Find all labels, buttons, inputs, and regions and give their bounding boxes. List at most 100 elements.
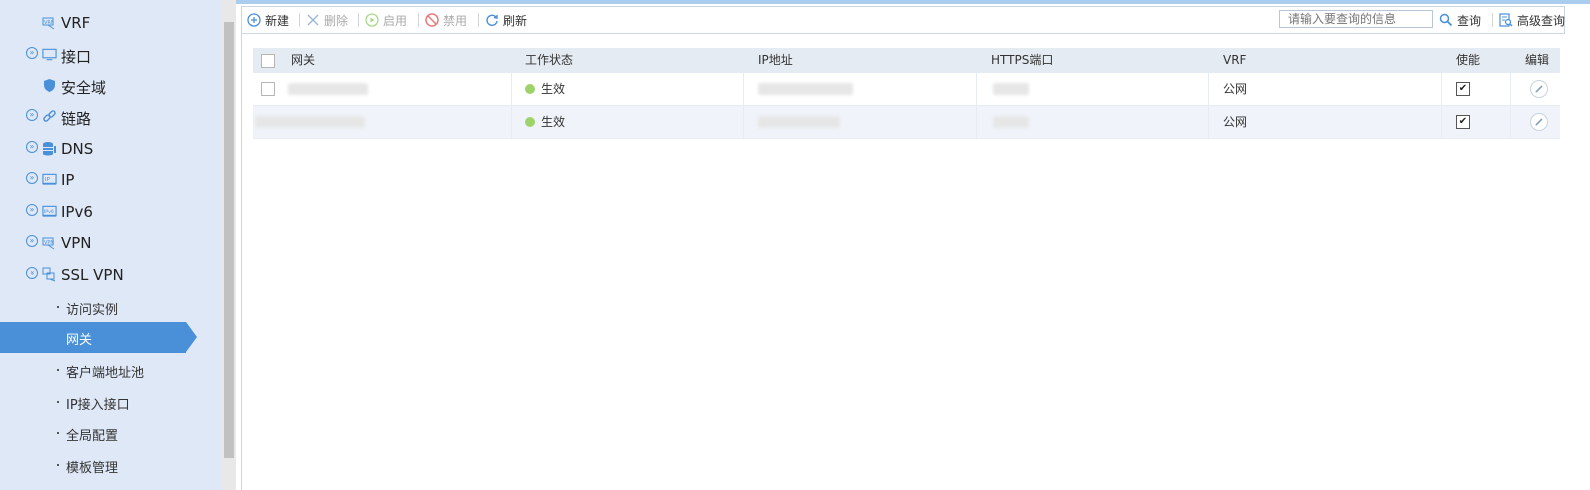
close-icon bbox=[306, 13, 320, 27]
column-header-enable[interactable]: 使能 bbox=[1456, 48, 1480, 73]
sidebar-scrollbar[interactable] bbox=[222, 0, 236, 490]
sidebar-subitem-gateway[interactable]: 网关 bbox=[0, 322, 222, 353]
content-border bbox=[241, 32, 242, 490]
sidebar-subitem-template-management[interactable]: 模板管理 bbox=[0, 450, 222, 481]
sidebar-subitem-access-instance[interactable]: 访问实例 bbox=[0, 292, 222, 323]
edit-button[interactable] bbox=[1530, 80, 1548, 98]
sidebar-item-ip[interactable]: » IP IP bbox=[0, 165, 222, 196]
enable-checkbox[interactable]: ✔ bbox=[1456, 82, 1470, 96]
sidebar-subitem-client-pool[interactable]: 客户端地址池 bbox=[0, 355, 222, 386]
query-button-label: 查询 bbox=[1457, 13, 1482, 28]
sidebar-item-label: IP bbox=[61, 171, 75, 189]
toolbar-divider bbox=[299, 13, 300, 27]
pencil-icon bbox=[1535, 118, 1543, 126]
top-accent-bar bbox=[236, 0, 1590, 4]
toolbar-divider bbox=[358, 13, 359, 27]
advanced-query-button[interactable]: 高级查询 bbox=[1499, 7, 1565, 33]
sidebar-subitem-global-config[interactable]: 全局配置 bbox=[0, 418, 222, 449]
sidebar-item-vpn[interactable]: » VPN VPN bbox=[0, 228, 222, 259]
ssl-vpn-icon bbox=[42, 267, 57, 282]
svg-text:VPN: VPN bbox=[44, 240, 54, 246]
vrf-cell: 公网 bbox=[1223, 115, 1248, 129]
disable-button[interactable]: 禁用 bbox=[425, 7, 467, 33]
column-header-edit: 编辑 bbox=[1525, 53, 1550, 67]
column-header-gateway[interactable]: 网关 bbox=[291, 48, 315, 73]
redacted-gateway-name bbox=[288, 83, 368, 95]
sidebar-subitem-label: IP接入接口 bbox=[66, 398, 130, 413]
sidebar-item-label: IPv6 bbox=[61, 203, 93, 221]
sidebar-subitem-label: 全局配置 bbox=[66, 429, 119, 444]
collapse-icon[interactable]: » bbox=[26, 267, 38, 279]
expand-icon[interactable]: » bbox=[26, 204, 38, 216]
vrf-icon: VRF bbox=[42, 15, 57, 30]
expand-icon[interactable]: » bbox=[26, 141, 38, 153]
status-text: 生效 bbox=[541, 82, 566, 96]
monitor-icon bbox=[42, 47, 57, 62]
search-input[interactable] bbox=[1279, 10, 1433, 28]
main-panel: 新建 删除 启用 禁用 刷新 请输入要查询的信息 查询 高级查询 网关 工作状态… bbox=[236, 0, 1590, 490]
redacted-https-port bbox=[993, 83, 1029, 95]
sidebar-item-dns[interactable]: » DNS bbox=[0, 134, 222, 165]
table-row[interactable]: 生效 公网 ✔ bbox=[253, 73, 1560, 106]
advanced-query-button-label: 高级查询 bbox=[1517, 13, 1566, 28]
svg-text:IPv6: IPv6 bbox=[44, 209, 54, 215]
toolbar-divider bbox=[478, 13, 479, 27]
sidebar-item-interface[interactable]: » 接口 bbox=[0, 40, 222, 71]
sidebar-item-link[interactable]: » 链路 bbox=[0, 102, 222, 133]
link-icon bbox=[42, 109, 57, 124]
new-button-label: 新建 bbox=[265, 13, 290, 28]
search-icon bbox=[1439, 13, 1453, 27]
sidebar-subitem-label: 访问实例 bbox=[66, 303, 119, 318]
ipv6-icon: IPv6 bbox=[42, 204, 57, 219]
sidebar-item-label: VPN bbox=[61, 234, 92, 252]
column-header-https-port[interactable]: HTTPS端口 bbox=[991, 48, 1053, 73]
active-indicator-arrow bbox=[186, 322, 197, 352]
new-button[interactable]: 新建 bbox=[247, 7, 289, 33]
expand-icon[interactable]: » bbox=[26, 109, 38, 121]
sidebar-scrollbar-thumb[interactable] bbox=[224, 22, 234, 458]
column-header-status[interactable]: 工作状态 bbox=[525, 48, 573, 73]
column-header-ip[interactable]: IP地址 bbox=[758, 48, 793, 73]
delete-button[interactable]: 删除 bbox=[306, 7, 348, 33]
sidebar-subitem-ip-access-interface[interactable]: IP接入接口 bbox=[0, 387, 222, 418]
table-header: 网关 工作状态 IP地址 HTTPS端口 VRF 使能 编辑 bbox=[253, 48, 1560, 73]
status-text: 生效 bbox=[541, 115, 566, 129]
refresh-icon bbox=[485, 13, 499, 27]
table-row[interactable]: 生效 公网 ✔ bbox=[253, 106, 1560, 139]
redacted-ip-address bbox=[758, 116, 840, 128]
enable-checkbox[interactable]: ✔ bbox=[1456, 115, 1470, 129]
sidebar-item-security-zone[interactable]: 安全域 bbox=[0, 71, 222, 102]
enable-button[interactable]: 启用 bbox=[365, 7, 407, 33]
play-circle-icon bbox=[365, 13, 379, 27]
select-all-checkbox[interactable] bbox=[261, 54, 275, 68]
sidebar-item-ssl-vpn[interactable]: » SSL VPN bbox=[0, 260, 222, 291]
expand-icon[interactable]: » bbox=[26, 172, 38, 184]
sidebar-subitem-label: 模板管理 bbox=[66, 461, 119, 476]
expand-icon[interactable]: » bbox=[26, 235, 38, 247]
refresh-button-label: 刷新 bbox=[503, 13, 528, 28]
ip-icon: IP bbox=[42, 172, 57, 187]
pencil-icon bbox=[1535, 85, 1543, 93]
redacted-https-port bbox=[993, 116, 1029, 128]
toolbar-divider bbox=[1492, 13, 1493, 27]
enable-button-label: 启用 bbox=[383, 13, 408, 28]
vrf-cell: 公网 bbox=[1223, 82, 1248, 96]
edit-button[interactable] bbox=[1530, 113, 1548, 131]
sidebar-item-label: 接口 bbox=[61, 48, 92, 66]
forbidden-icon bbox=[425, 13, 439, 27]
expand-icon[interactable]: » bbox=[26, 47, 38, 59]
refresh-button[interactable]: 刷新 bbox=[485, 7, 527, 33]
sidebar-item-label: VRF bbox=[61, 14, 91, 32]
toolbar: 新建 删除 启用 禁用 刷新 请输入要查询的信息 查询 高级查询 bbox=[241, 6, 1565, 34]
redacted-gateway-name bbox=[255, 116, 365, 128]
database-icon bbox=[42, 141, 57, 156]
column-header-vrf[interactable]: VRF bbox=[1223, 48, 1246, 73]
status-active-indicator bbox=[525, 83, 535, 94]
sidebar-item-vrf[interactable]: VRF VRF bbox=[0, 8, 222, 39]
query-button[interactable]: 查询 bbox=[1439, 7, 1481, 33]
sidebar-item-ipv6[interactable]: » IPv6 IPv6 bbox=[0, 197, 222, 228]
vpn-icon: VPN bbox=[42, 235, 57, 250]
toolbar-divider bbox=[418, 13, 419, 27]
row-checkbox[interactable] bbox=[261, 82, 275, 96]
status-cell: 生效 bbox=[525, 106, 565, 138]
